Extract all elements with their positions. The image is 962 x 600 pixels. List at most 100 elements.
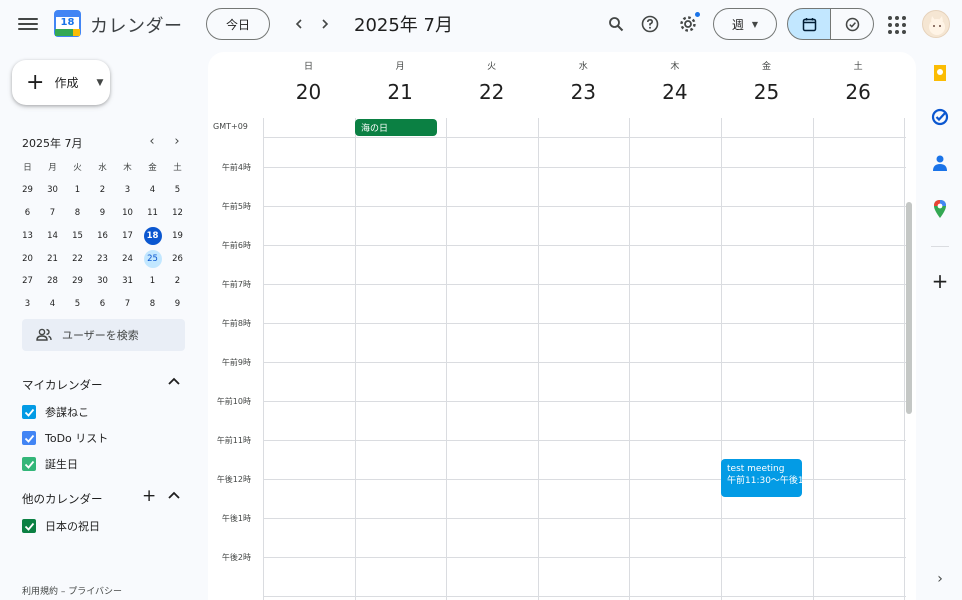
scrollbar[interactable] [906,202,912,414]
tasks-view-toggle[interactable] [830,8,874,40]
day-number[interactable]: 24 [629,80,720,104]
checkbox-checked-icon[interactable] [22,431,36,445]
mini-calendar-day[interactable]: 29 [15,179,40,202]
mini-calendar-day[interactable]: 11 [140,202,165,225]
mini-calendar-day[interactable]: 20 [15,247,40,270]
mini-calendar-day[interactable]: 7 [115,293,140,316]
mini-calendar-day[interactable]: 15 [65,224,90,247]
day-column-header[interactable]: 日 20 [263,56,354,104]
calendar-logo-icon[interactable]: 18 [54,10,81,37]
search-people-field[interactable]: ユーザーを検索 [22,319,185,351]
main-menu-icon[interactable] [14,12,42,36]
mini-calendar-day[interactable]: 2 [90,179,115,202]
all-day-event[interactable]: 海の日 [355,119,437,136]
keep-icon[interactable] [930,63,950,83]
create-button[interactable]: + 作成 ▼ [12,60,110,105]
mini-calendar-day[interactable]: 16 [90,224,115,247]
view-selector[interactable]: 週 ▼ [713,8,777,40]
mini-calendar-day[interactable]: 23 [90,247,115,270]
maps-icon[interactable] [930,199,950,219]
mini-calendar-day[interactable]: 4 [140,179,165,202]
mini-calendar-prev-icon[interactable]: ‹ [144,134,160,149]
mini-calendar-day[interactable]: 29 [65,270,90,293]
mini-calendar-day[interactable]: 17 [115,224,140,247]
calendar-list-item[interactable]: 誕生日 [22,456,78,472]
chevron-up-icon[interactable] [168,376,180,389]
mini-calendar-day[interactable]: 21 [40,247,65,270]
today-button[interactable]: 今日 [206,8,270,40]
top-bar: 18 カレンダー 今日 2025年 7月 週 ▼ [0,0,962,48]
app-title[interactable]: カレンダー [90,12,183,38]
day-column-header[interactable]: 月 21 [355,56,446,104]
calendar-view-toggle[interactable] [787,8,831,40]
calendar-event[interactable]: test meeting 午前11:30～午後12:30 [721,459,802,497]
mini-calendar-day[interactable]: 2 [165,270,190,293]
help-icon[interactable] [638,12,662,36]
google-apps-icon[interactable] [886,14,906,34]
day-column-header[interactable]: 土 26 [813,56,904,104]
checkbox-checked-icon[interactable] [22,519,36,533]
mini-calendar-day[interactable]: 26 [165,247,190,270]
mini-calendar-day[interactable]: 8 [140,293,165,316]
mini-calendar-day[interactable]: 22 [65,247,90,270]
checkbox-checked-icon[interactable] [22,405,36,419]
mini-calendar-day[interactable]: 24 [115,247,140,270]
mini-calendar-day[interactable]: 8 [65,202,90,225]
calendar-list-item[interactable]: 日本の祝日 [22,518,100,534]
day-column-header[interactable]: 火 22 [446,56,537,104]
next-week-icon[interactable] [313,12,337,36]
mini-calendar-day[interactable]: 25 [140,247,165,270]
mini-calendar-next-icon[interactable]: › [169,134,185,149]
footer-links[interactable]: 利用規約 – プライバシー [22,584,122,597]
calendar-list-item[interactable]: ToDo リスト [22,430,108,446]
mini-calendar-day[interactable]: 12 [165,202,190,225]
mini-calendar-weekday: 木 [123,163,132,174]
mini-calendar-day[interactable]: 6 [90,293,115,316]
mini-calendar-day[interactable]: 1 [140,270,165,293]
add-icon[interactable]: + [930,269,950,293]
mini-calendar-day[interactable]: 4 [40,293,65,316]
chevron-up-icon[interactable] [168,490,180,503]
mini-calendar-day[interactable]: 27 [15,270,40,293]
mini-calendar-day[interactable]: 9 [165,293,190,316]
settings-gear-icon[interactable] [676,12,700,36]
day-number[interactable]: 21 [355,80,446,104]
tasks-icon[interactable] [930,107,950,127]
mini-calendar-day[interactable]: 5 [165,179,190,202]
mini-calendar-day[interactable]: 9 [90,202,115,225]
day-number[interactable]: 22 [446,80,537,104]
mini-calendar-day[interactable]: 7 [40,202,65,225]
mini-calendar-day[interactable]: 10 [115,202,140,225]
day-number[interactable]: 26 [813,80,904,104]
mini-calendar-day[interactable]: 1 [65,179,90,202]
my-calendars-header[interactable]: マイカレンダー [22,377,103,393]
avatar[interactable] [922,10,950,38]
day-column-header[interactable]: 木 24 [629,56,720,104]
mini-calendar-day[interactable]: 28 [40,270,65,293]
mini-calendar-day[interactable]: 30 [40,179,65,202]
mini-calendar-day[interactable]: 5 [65,293,90,316]
mini-calendar-day[interactable]: 19 [165,224,190,247]
checkbox-checked-icon[interactable] [22,457,36,471]
day-column-header[interactable]: 金 25 [721,56,812,104]
other-calendars-header[interactable]: 他のカレンダー [22,491,103,507]
mini-calendar-day[interactable]: 31 [115,270,140,293]
previous-week-icon[interactable] [287,12,311,36]
mini-calendar-day[interactable]: 6 [15,202,40,225]
mini-calendar-day[interactable]: 14 [40,224,65,247]
calendar-list-item[interactable]: 参謀ねこ [22,404,89,420]
mini-calendar-day[interactable]: 30 [90,270,115,293]
day-column-header[interactable]: 水 23 [538,56,629,104]
contacts-icon[interactable] [930,153,950,173]
day-number[interactable]: 23 [538,80,629,104]
mini-calendar-day[interactable]: 13 [15,224,40,247]
mini-calendar-day[interactable]: 3 [15,293,40,316]
day-number[interactable]: 25 [721,80,812,104]
search-icon[interactable] [604,12,628,36]
mini-calendar-day[interactable]: 18 [140,224,165,247]
day-column-divider [629,118,631,600]
mini-calendar-day[interactable]: 3 [115,179,140,202]
add-calendar-icon[interactable]: + [142,488,156,505]
day-number[interactable]: 20 [263,80,354,104]
chevron-right-icon[interactable]: › [930,569,950,589]
